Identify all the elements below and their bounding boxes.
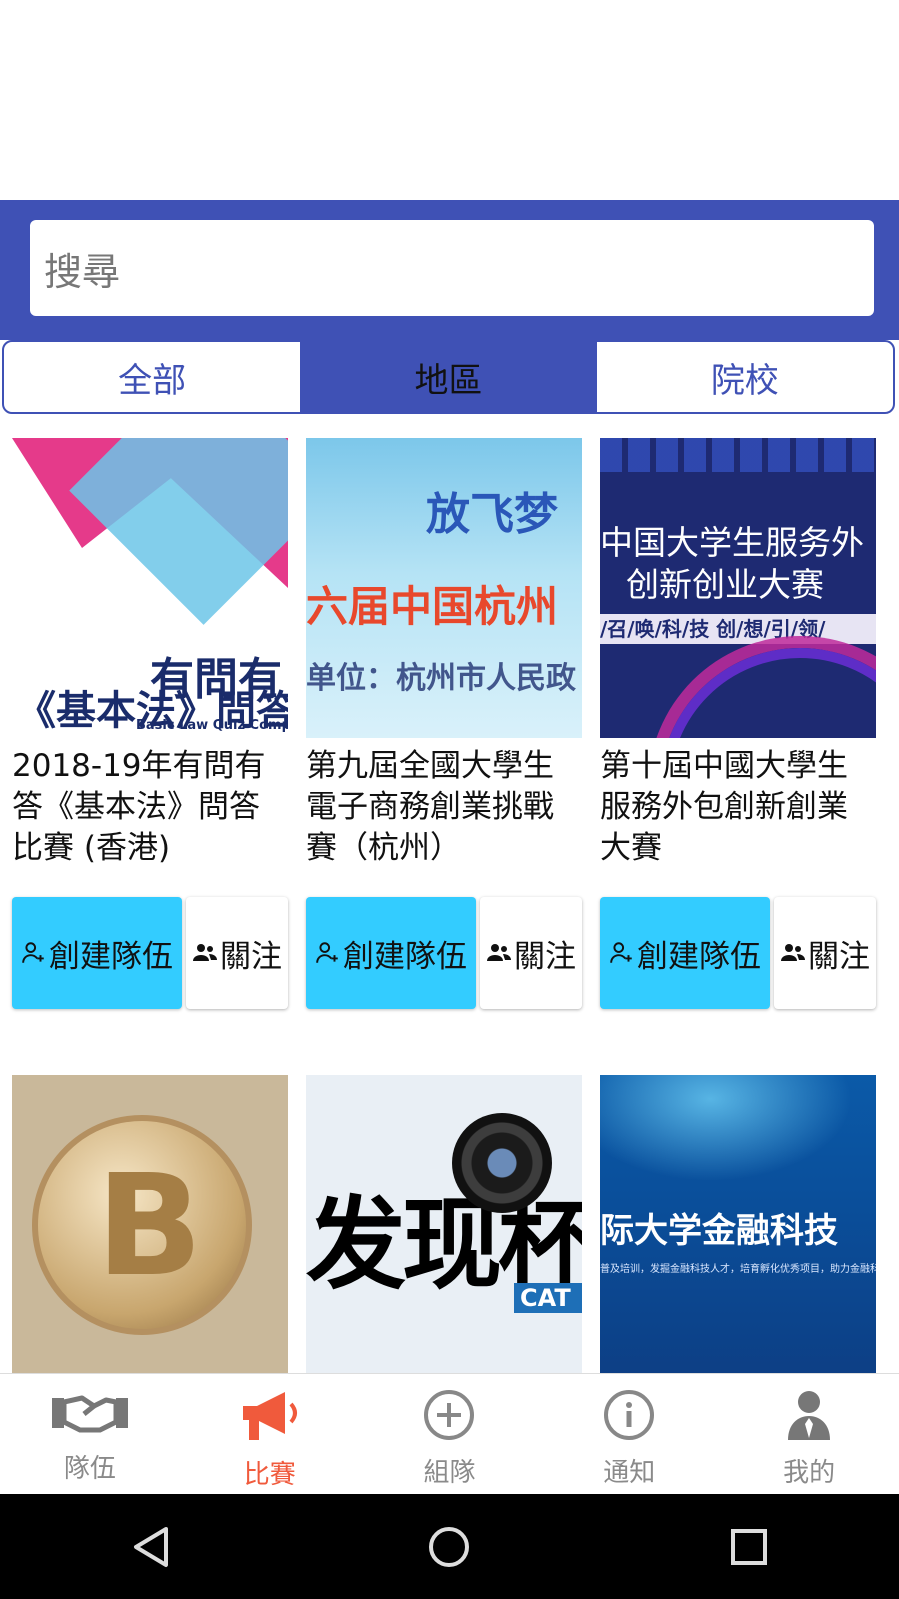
nav-label: 隊伍	[63, 1454, 116, 1484]
megaphone-icon	[235, 1388, 305, 1448]
competition-card[interactable]: 有問有 《基本法》問答 Basic Law Quiz Compet 2018-1…	[12, 438, 288, 1009]
competition-image[interactable]: 放飞梦 六届中国杭州 单位：杭州市人民政	[306, 438, 582, 738]
system-navigation-bar	[0, 1494, 899, 1599]
competition-image[interactable]: 中国大学生服务外 创新创业大赛 /召/唤/科/技 创/想/引/领/	[600, 438, 876, 738]
filter-tabs: 全部 地區 院校	[2, 340, 895, 414]
info-icon	[602, 1388, 656, 1446]
image-text: 普及培训，发掘金融科技人才，培育孵化优秀项目，助力金融科	[600, 1264, 876, 1275]
create-team-button[interactable]: 創建隊伍	[306, 897, 476, 1009]
people-icon	[780, 942, 806, 964]
recents-icon[interactable]	[719, 1517, 779, 1577]
handshake-icon	[50, 1388, 130, 1442]
nav-notifications[interactable]: 通知	[539, 1374, 719, 1495]
camera-lens-icon	[452, 1113, 552, 1213]
image-text: 放飞梦	[426, 489, 558, 540]
image-text: /召/唤/科/技 创/想/引/领/	[600, 614, 876, 644]
bitcoin-symbol: B	[96, 1145, 203, 1308]
competition-title[interactable]: 2018-19年有問有答《基本法》問答比賽 (香港)	[12, 746, 288, 869]
search-bar: 搜尋	[0, 200, 899, 340]
create-team-button[interactable]: 創建隊伍	[600, 897, 770, 1009]
competition-card[interactable]: 际大学金融科技 普及培训，发掘金融科技人才，培育孵化优秀项目，助力金融科	[600, 1075, 876, 1375]
competition-card[interactable]: B	[12, 1075, 288, 1375]
image-text: 单位：杭州市人民政	[306, 661, 576, 696]
add-person-icon	[315, 940, 341, 966]
nav-label: 組隊	[423, 1458, 476, 1488]
nav-label: 我的	[783, 1458, 836, 1488]
plus-circle-icon	[422, 1388, 476, 1446]
back-icon[interactable]	[120, 1517, 180, 1577]
image-text: 创新创业大赛	[626, 565, 824, 604]
add-person-icon	[21, 940, 47, 966]
image-text: CAT	[514, 1283, 582, 1313]
people-icon	[486, 942, 512, 964]
tab-school[interactable]: 院校	[597, 342, 893, 412]
competition-card[interactable]: 中国大学生服务外 创新创业大赛 /召/唤/科/技 创/想/引/领/ 第十屆中國大…	[600, 438, 876, 1009]
search-input[interactable]: 搜尋	[30, 220, 874, 316]
nav-create-team[interactable]: 組隊	[360, 1374, 540, 1495]
create-team-button[interactable]: 創建隊伍	[12, 897, 182, 1009]
top-blank-area	[0, 0, 899, 200]
competition-card[interactable]: 放飞梦 六届中国杭州 单位：杭州市人民政 第九屆全國大學生電子商務創業挑戰賽（杭…	[306, 438, 582, 1009]
competition-title[interactable]: 第十屆中國大學生服務外包創新創業大賽	[600, 746, 876, 869]
card-actions: 創建隊伍 關注	[600, 897, 876, 1009]
user-icon	[784, 1388, 834, 1446]
follow-button[interactable]: 關注	[480, 897, 582, 1009]
bottom-navigation: 隊伍 比賽 組隊 通知 我的	[0, 1373, 899, 1495]
image-text: Basic Law Quiz Compet	[136, 718, 288, 733]
image-text: 际大学金融科技	[600, 1211, 838, 1251]
follow-button[interactable]: 關注	[186, 897, 288, 1009]
competition-image[interactable]: 有問有 《基本法》問答 Basic Law Quiz Compet	[12, 438, 288, 738]
nav-label: 通知	[603, 1458, 656, 1488]
nav-competitions[interactable]: 比賽	[180, 1374, 360, 1495]
competition-card[interactable]: 发现杯 CAT	[306, 1075, 582, 1375]
image-text: 六届中国杭州	[306, 582, 559, 631]
follow-button[interactable]: 關注	[774, 897, 876, 1009]
image-text: 中国大学生服务外	[600, 523, 864, 562]
people-icon	[192, 942, 218, 964]
competition-image[interactable]: B	[12, 1075, 288, 1375]
search-placeholder: 搜尋	[44, 249, 121, 294]
competition-image[interactable]: 际大学金融科技 普及培训，发掘金融科技人才，培育孵化优秀项目，助力金融科	[600, 1075, 876, 1375]
tab-all[interactable]: 全部	[4, 342, 300, 412]
home-icon[interactable]	[419, 1517, 479, 1577]
card-actions: 創建隊伍 關注	[306, 897, 582, 1009]
nav-teams[interactable]: 隊伍	[0, 1374, 180, 1495]
card-actions: 創建隊伍 關注	[12, 897, 288, 1009]
tab-region[interactable]: 地區	[300, 342, 597, 412]
nav-profile[interactable]: 我的	[719, 1374, 899, 1495]
competition-title[interactable]: 第九屆全國大學生電子商務創業挑戰賽（杭州）	[306, 746, 582, 869]
competition-image[interactable]: 发现杯 CAT	[306, 1075, 582, 1375]
nav-label: 比賽	[243, 1460, 296, 1490]
add-person-icon	[609, 940, 635, 966]
